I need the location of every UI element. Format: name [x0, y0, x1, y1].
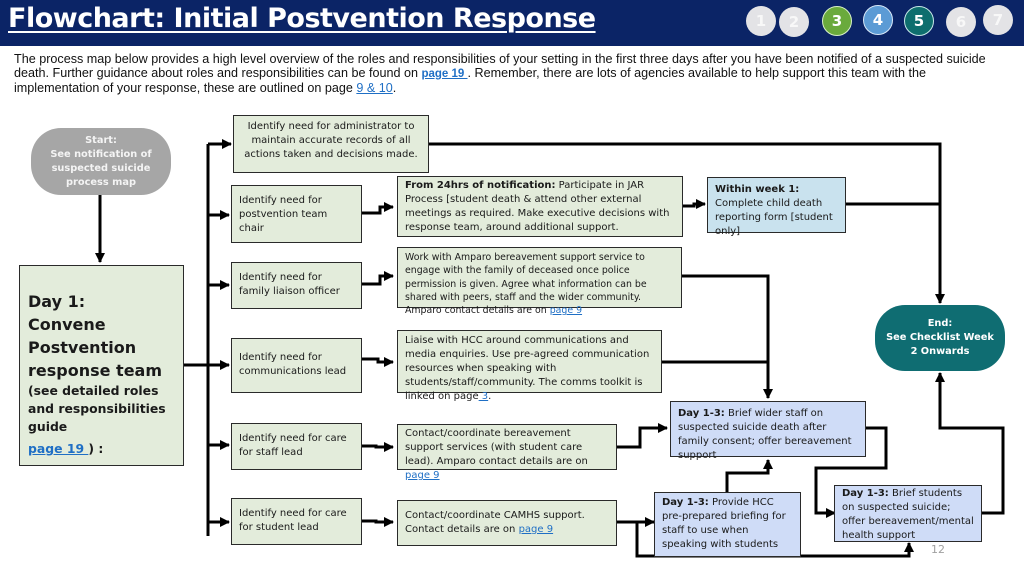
action-brief-staff-bold: Day 1-3:: [678, 408, 725, 419]
action-student-link[interactable]: page 9: [519, 524, 554, 535]
role-chair-box: Identify need for postvention team chair: [231, 185, 362, 243]
role-admin-box: Identify need for administrator to maint…: [233, 115, 429, 173]
role-admin-text: Identify need for administrator to maint…: [244, 121, 418, 160]
connector-staffaction-briefstaff: [617, 422, 669, 449]
role-family-text: Identify need for family liaison officer: [239, 272, 340, 297]
role-staff-lead-box: Identify need for care for staff lead: [231, 423, 362, 470]
action-family-text: Work with Amparo bereavement support ser…: [405, 252, 647, 317]
action-staff-text: Contact/coordinate bereavement support s…: [405, 428, 588, 467]
connector-chair-week1: [683, 198, 707, 210]
action-staff-link[interactable]: page 9: [405, 470, 440, 481]
day1-subtext: (see detailed roles and responsibilities…: [28, 382, 175, 458]
action-brief-staff-box: Day 1-3: Brief wider staff on suspected …: [670, 401, 866, 461]
start-label: Start:: [85, 134, 117, 146]
day1-line4: response team: [28, 361, 163, 380]
day1-link-page-19[interactable]: page 19: [28, 441, 88, 456]
role-staff-lead-text: Identify need for care for staff lead: [239, 433, 347, 458]
action-staff-box: Contact/coordinate bereavement support s…: [397, 424, 617, 481]
action-family-link[interactable]: page 9: [550, 305, 582, 316]
action-hcc-brief-bold: Day 1-3:: [662, 497, 709, 508]
end-label: End:: [927, 318, 953, 329]
action-hcc-brief-box: Day 1-3: Provide HCC pre-prepared briefi…: [654, 492, 801, 557]
role-student-lead-box: Identify need for care for student lead: [231, 498, 362, 545]
action-comms-text: Liaise with HCC around communications an…: [405, 335, 650, 402]
connector-family-briefstaff: [682, 274, 774, 400]
connector-student-action: [362, 516, 395, 528]
connector-staff-action: [362, 441, 395, 453]
start-text: See notification of suspected suicide pr…: [50, 148, 152, 188]
link-page-19[interactable]: page 19: [421, 68, 467, 80]
role-family-box: Identify need for family liaison officer: [231, 262, 362, 309]
nav-step-6[interactable]: 6: [946, 7, 976, 37]
nav-step-7[interactable]: 7: [983, 5, 1013, 35]
action-comms-link[interactable]: 3: [479, 391, 488, 402]
day1-suffix: ) :: [88, 441, 104, 456]
connector-family-action: [362, 270, 395, 286]
day1-sub: (see detailed roles and responsibilities…: [28, 383, 166, 434]
day1-line1: Day 1:: [28, 292, 86, 311]
day1-line2: Convene: [28, 315, 106, 334]
intro-paragraph: The process map below provides a high le…: [14, 52, 1014, 95]
action-comms-suffix: .: [488, 391, 492, 402]
header-bar: Flowchart: Initial Postvention Response …: [0, 0, 1024, 46]
day1-convene-box: Day 1: Convene Postvention response team…: [19, 265, 184, 466]
action-chair-bold: From 24hrs of notification:: [405, 180, 556, 191]
role-student-lead-text: Identify need for care for student lead: [239, 508, 347, 533]
role-comms-box: Identify need for communications lead: [231, 338, 362, 393]
start-node[interactable]: Start: See notification of suspected sui…: [31, 128, 171, 195]
nav-step-2[interactable]: 2: [779, 7, 809, 37]
link-page-9-10[interactable]: 9 & 10: [356, 81, 392, 95]
day1-line3: Postvention: [28, 338, 137, 357]
action-student-text: Contact/coordinate CAMHS support. Contac…: [405, 510, 585, 535]
end-node[interactable]: End: See Checklist Week 2 Onwards: [875, 305, 1005, 371]
connector-hcc-briefstaff: [725, 458, 774, 492]
nav-step-3[interactable]: 3: [822, 6, 852, 36]
action-week1-bold: Within week 1:: [715, 184, 800, 195]
action-brief-students-box: Day 1-3: Brief students on suspected sui…: [834, 485, 982, 542]
connector-comms-action: [362, 356, 395, 368]
action-student-box: Contact/coordinate CAMHS support. Contac…: [397, 500, 617, 546]
page-title: Flowchart: Initial Postvention Response: [8, 3, 596, 34]
action-week1-box: Within week 1: Complete child death repo…: [707, 177, 846, 237]
action-comms-box: Liaise with HCC around communications an…: [397, 330, 662, 402]
role-comms-text: Identify need for communications lead: [239, 352, 347, 377]
intro-text-3: .: [392, 81, 397, 95]
nav-step-5[interactable]: 5: [904, 6, 934, 36]
action-week1-text: Complete child death reporting form [stu…: [715, 198, 833, 237]
action-chair-box: From 24hrs of notification: Participate …: [397, 176, 683, 237]
nav-step-1[interactable]: 1: [746, 6, 776, 36]
action-brief-students-bold: Day 1-3:: [842, 488, 889, 499]
page-number: 12: [931, 543, 945, 556]
role-chair-text: Identify need for postvention team chair: [239, 195, 328, 234]
nav-step-4[interactable]: 4: [863, 5, 893, 35]
end-text: See Checklist Week 2 Onwards: [886, 332, 994, 357]
action-family-box: Work with Amparo bereavement support ser…: [397, 247, 682, 316]
connector-chair-action: [362, 201, 395, 215]
